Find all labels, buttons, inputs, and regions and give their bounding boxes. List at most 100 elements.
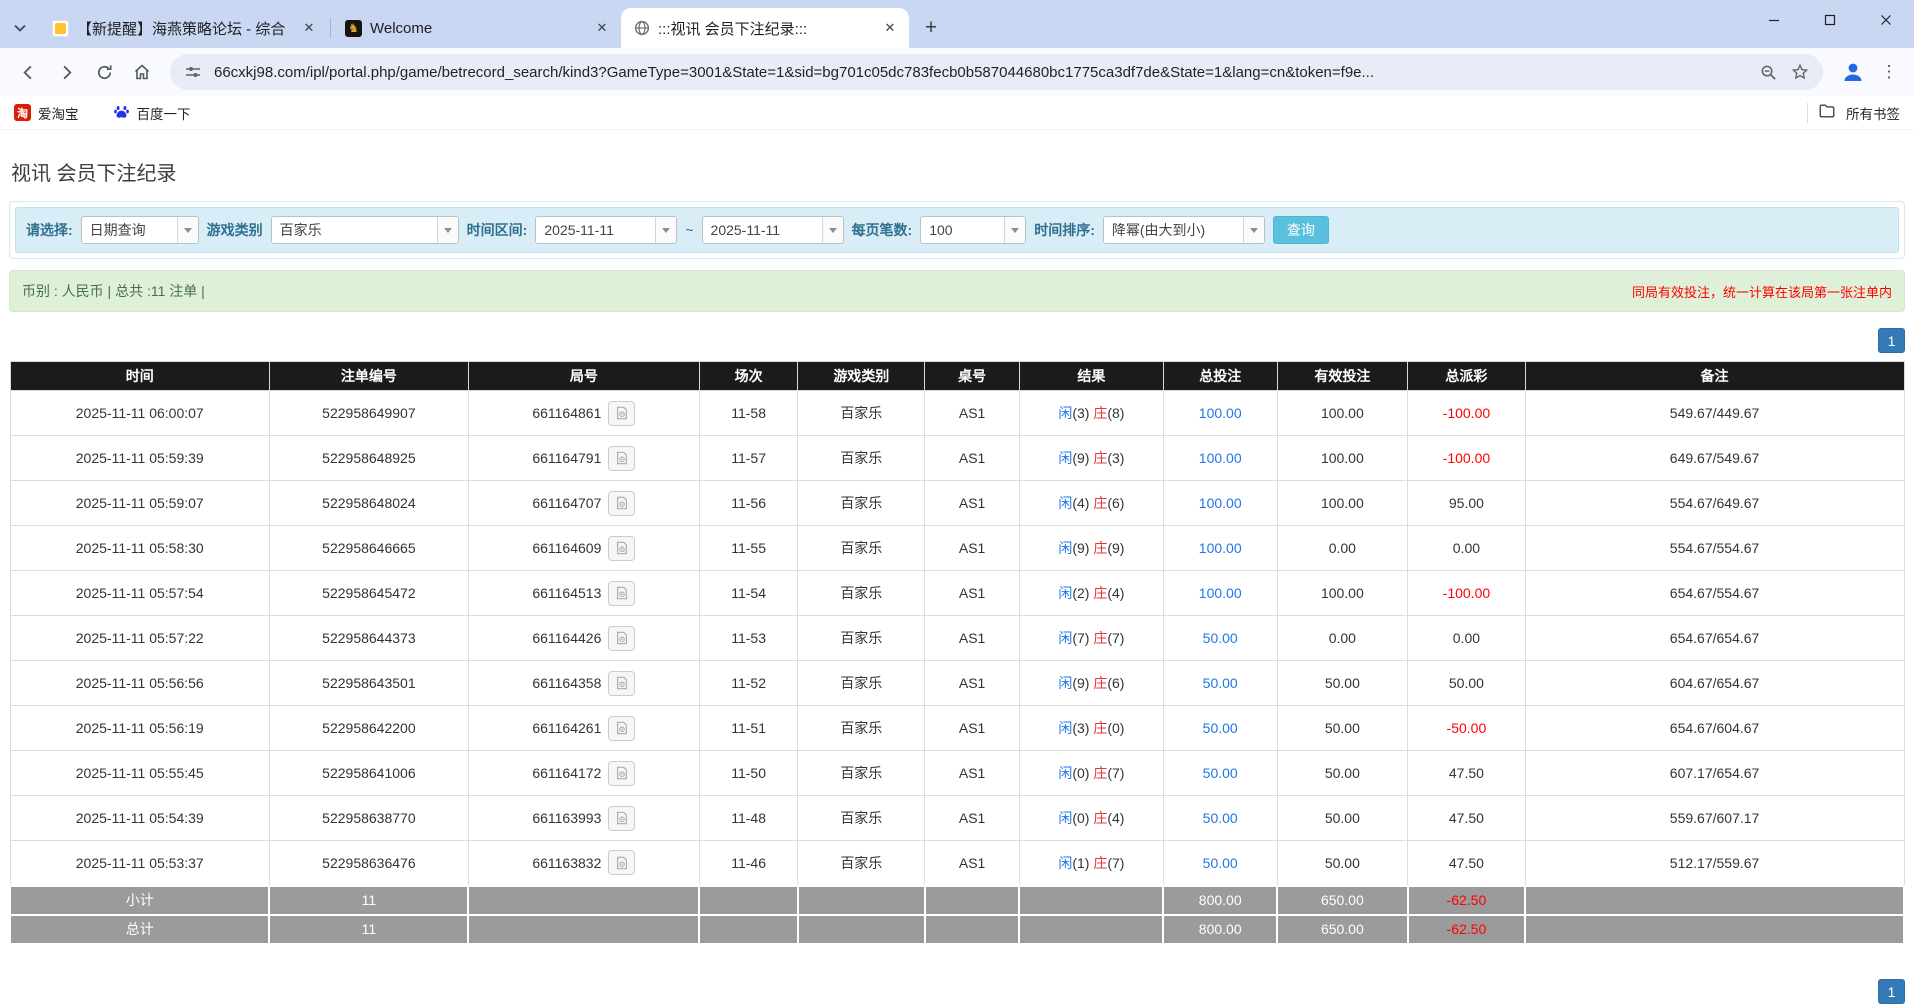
url-text[interactable]: 66cxkj98.com/ipl/portal.php/game/betreco… [214, 64, 1747, 81]
round-cell: 661164513 [467, 570, 700, 616]
replay-button[interactable] [608, 805, 636, 831]
dropdown-arrow-icon[interactable] [1242, 217, 1264, 243]
search-button[interactable]: 查询 [1272, 216, 1329, 244]
total-bet-cell[interactable]: 100.00 [1162, 570, 1278, 616]
session-cell: 11-55 [698, 525, 799, 571]
game-type-select[interactable]: 百家乐 [270, 216, 459, 244]
valid-bet-notice: 同局有效投注，统一计算在该局第一张注单内 [1631, 284, 1892, 300]
replay-button[interactable] [608, 490, 636, 516]
page-number-button[interactable]: 1 [1878, 328, 1905, 353]
total-bet-cell[interactable]: 50.00 [1162, 705, 1278, 751]
time-cell: 2025-11-11 05:53:37 [9, 840, 270, 886]
bet-id-cell: 522958638770 [268, 795, 469, 841]
session-cell: 11-53 [698, 615, 799, 661]
replay-button[interactable] [608, 400, 636, 426]
session-cell: 11-50 [698, 750, 799, 796]
replay-button[interactable] [608, 760, 636, 786]
tab-bet-record[interactable]: :::视讯 会员下注纪录::: ✕ [621, 8, 909, 48]
replay-button[interactable] [608, 625, 636, 651]
total-bet-cell[interactable]: 50.00 [1162, 750, 1278, 796]
page-number-button-bottom[interactable]: 1 [1878, 979, 1905, 1004]
player-result: 闲 [1058, 495, 1073, 511]
replay-button[interactable] [608, 715, 636, 741]
new-tab-button[interactable]: + [915, 12, 947, 44]
replay-button[interactable] [608, 445, 636, 471]
banker-result: 庄 [1093, 765, 1108, 781]
zoom-icon[interactable] [1757, 61, 1779, 83]
reload-button[interactable] [86, 54, 122, 90]
total-bet-cell[interactable]: 50.00 [1162, 795, 1278, 841]
dropdown-arrow-icon[interactable] [176, 217, 198, 243]
close-icon[interactable]: ✕ [298, 17, 320, 39]
date-to-select[interactable]: 2025-11-11 [701, 216, 844, 244]
summary-cell [467, 913, 701, 945]
page-content: 视讯 会员下注纪录 请选择: 日期查询 游戏类别 百家乐 时间区间: 2025-… [0, 157, 1914, 945]
bet-record-table: 时间 注单编号 局号 场次 游戏类别 桌号 结果 总投注 有效投注 总派彩 备注 2025-11-1… [8, 361, 1905, 945]
note-cell: 654.67/654.67 [1524, 615, 1905, 661]
session-cell: 11-56 [698, 480, 799, 526]
summary-label: 小计 [8, 884, 271, 916]
table-header-row: 时间 注单编号 局号 场次 游戏类别 桌号 结果 总投注 有效投注 总派彩 备注 [9, 361, 1905, 391]
tab-search-button[interactable] [0, 8, 40, 48]
total-bet-cell[interactable]: 100.00 [1162, 525, 1278, 571]
all-bookmarks[interactable]: 所有书签 [1807, 102, 1900, 123]
query-type-select[interactable]: 日期查询 [80, 216, 199, 244]
gold-horse-icon: ♞ [345, 19, 362, 37]
page-size-select[interactable]: 100 [920, 216, 1027, 244]
valid-bet-cell: 100.00 [1276, 390, 1409, 436]
close-icon[interactable]: ✕ [879, 17, 901, 39]
profile-avatar[interactable] [1839, 59, 1866, 86]
home-icon [134, 64, 150, 80]
total-bet-cell[interactable]: 100.00 [1162, 480, 1278, 526]
replay-button[interactable] [608, 535, 636, 561]
dropdown-arrow-icon[interactable] [821, 217, 843, 243]
table-no-cell: AS1 [924, 525, 1020, 571]
game-type-value: 百家乐 [279, 222, 322, 238]
sort-select[interactable]: 降幂(由大到小) [1102, 216, 1265, 244]
total-bet-cell[interactable]: 50.00 [1162, 840, 1278, 886]
bookmark-star-icon[interactable] [1789, 61, 1811, 83]
back-button[interactable] [10, 54, 46, 90]
time-cell: 2025-11-11 05:59:39 [9, 435, 270, 481]
total-bet-cell[interactable]: 100.00 [1162, 390, 1278, 436]
table-no-cell: AS1 [924, 795, 1020, 841]
valid-bet-cell: 50.00 [1276, 840, 1409, 886]
forward-button[interactable] [48, 54, 84, 90]
minimize-button[interactable] [1746, 0, 1802, 40]
date-from-select[interactable]: 2025-11-11 [535, 216, 678, 244]
tab-welcome[interactable]: ♞ Welcome ✕ [333, 8, 621, 48]
browser-menu-button[interactable]: ⋮ [1874, 57, 1904, 87]
tab-forum[interactable]: 【新提醒】海燕策略论坛 - 综合 ✕ [40, 8, 328, 48]
bookmark-baidu[interactable]: 百度一下 [113, 103, 191, 123]
player-result: 闲 [1058, 585, 1073, 601]
close-window-button[interactable] [1858, 0, 1914, 40]
dropdown-arrow-icon[interactable] [436, 217, 458, 243]
round-number: 661164426 [532, 630, 602, 646]
total-bet-cell[interactable]: 50.00 [1162, 615, 1278, 661]
table-no-cell: AS1 [924, 615, 1020, 661]
close-icon[interactable]: ✕ [591, 17, 613, 39]
filter-panel: 请选择: 日期查询 游戏类别 百家乐 时间区间: 2025-11-11 ~ 20… [9, 201, 1905, 259]
total-bet-cell[interactable]: 50.00 [1162, 660, 1278, 706]
summary-cell: 11 [268, 884, 470, 916]
bookmark-taobao[interactable]: 淘 爱淘宝 [14, 103, 79, 123]
home-button[interactable] [124, 54, 160, 90]
sort-label: 时间排序: [1034, 222, 1095, 238]
table-no-cell: AS1 [924, 660, 1020, 706]
player-result: 闲 [1058, 765, 1073, 781]
omnibox[interactable]: 66cxkj98.com/ipl/portal.php/game/betreco… [170, 54, 1823, 90]
dropdown-arrow-icon[interactable] [1004, 217, 1026, 243]
replay-button[interactable] [608, 580, 636, 606]
valid-bet-cell: 50.00 [1276, 750, 1409, 796]
banker-result: 庄 [1093, 675, 1108, 691]
replay-button[interactable] [608, 670, 636, 696]
dropdown-arrow-icon[interactable] [655, 217, 677, 243]
result-cell: 闲(9) 庄(9) [1018, 525, 1164, 571]
replay-button[interactable] [608, 850, 636, 876]
bookmark-label: 爱淘宝 [38, 106, 79, 122]
round-number: 661164707 [532, 495, 602, 511]
time-cell: 2025-11-11 05:57:22 [9, 615, 270, 661]
total-bet-cell[interactable]: 100.00 [1162, 435, 1278, 481]
maximize-button[interactable] [1802, 0, 1858, 40]
site-settings-icon[interactable] [182, 61, 204, 83]
